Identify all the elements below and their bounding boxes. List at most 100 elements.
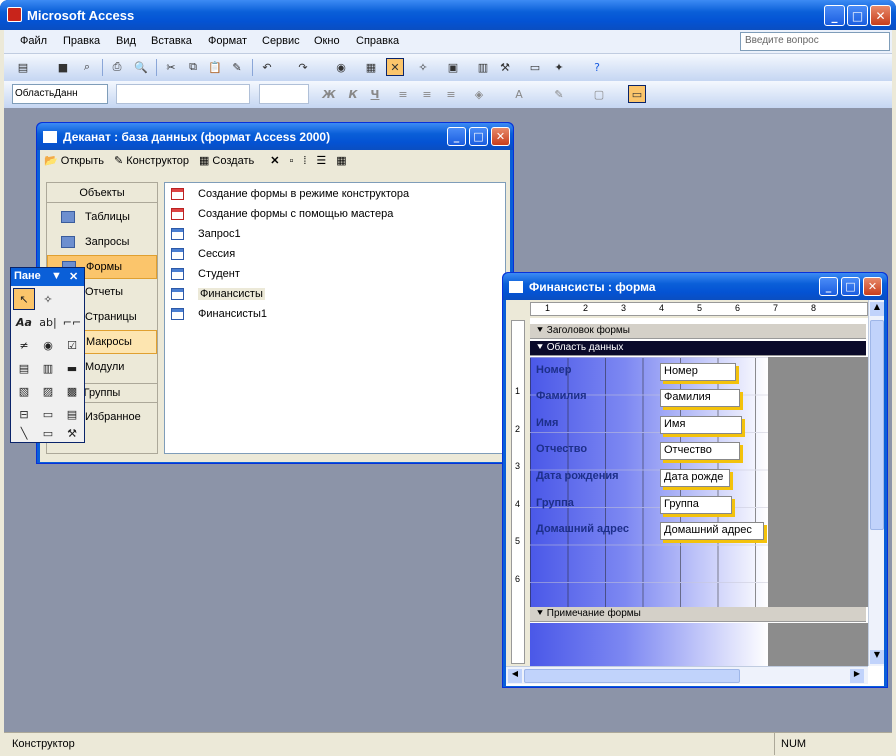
list-item-selected[interactable]: Финансисты [171,285,265,303]
minimize-button[interactable]: _ [824,5,845,26]
redo-icon[interactable]: ↷ [294,58,312,76]
list-item[interactable]: Создание формы в режиме конструктора [171,185,409,203]
italic-button[interactable]: К [344,85,362,103]
list-box-icon[interactable]: ▥ [37,357,59,379]
details-view-icon[interactable]: ▦ [336,154,346,167]
checkbox-tool-icon[interactable]: ☑ [61,334,83,356]
list-item[interactable]: Создание формы с помощью мастера [171,205,393,223]
help-search-input[interactable]: Введите вопрос [740,32,890,51]
preview-icon[interactable]: 🔍 [132,58,150,76]
underline-button[interactable]: Ч [366,85,384,103]
properties-icon[interactable]: ▥ [474,58,492,76]
bold-button[interactable]: Ж [320,85,338,103]
combo-box-icon[interactable]: ▤ [13,357,35,379]
db-close-button[interactable]: ✕ [491,127,510,146]
field-textbox[interactable]: Дата рожде [660,469,730,487]
detail-section-bar[interactable]: ⯆ Область данных [530,341,866,356]
field-textbox[interactable]: Домашний адрес [660,522,764,540]
fill-color-icon[interactable]: ◈ [470,85,488,103]
unbound-frame-icon[interactable]: ▨ [37,380,59,402]
form-footer-bar[interactable]: ⯆ Примечание формы [530,607,866,622]
list-item[interactable]: Финансисты1 [171,305,267,323]
objects-queries[interactable]: Запросы [47,230,157,254]
form-maximize-button[interactable]: □ [841,277,860,296]
align-right-icon[interactable]: ≡ [442,85,460,103]
database-window-icon[interactable]: ▭ [526,58,544,76]
footer-section[interactable] [530,623,768,666]
list-item[interactable]: Студент [171,265,240,283]
option-group-icon[interactable]: ⌐⌐ [61,311,83,333]
form-close-button[interactable]: ✕ [863,277,882,296]
scroll-up-icon[interactable]: ▲ [870,302,884,316]
vertical-scrollbar[interactable]: ▲ ▼ [868,300,884,666]
toolbox-close-icon[interactable]: ✕ [69,270,78,283]
field-textbox[interactable]: Отчество [660,442,740,460]
help-icon[interactable]: ? [588,58,606,76]
menu-window[interactable]: Окно [314,35,340,47]
menu-help[interactable]: Справка [356,35,399,47]
build-icon[interactable]: ⚒ [496,58,514,76]
scroll-left-icon[interactable]: ◀ [508,669,522,683]
autoformat-icon[interactable]: ✧ [414,58,432,76]
menu-file[interactable]: Файл [20,35,47,47]
form-header-bar[interactable]: ⯆ Заголовок формы [530,324,866,339]
control-wizards-icon[interactable]: ✧ [37,288,59,310]
maximize-button[interactable]: □ [847,5,868,26]
objects-tables[interactable]: Таблицы [47,205,157,229]
list-item[interactable]: Сессия [171,245,235,263]
field-textbox[interactable]: Группа [660,496,732,514]
form-minimize-button[interactable]: _ [819,277,838,296]
field-textbox[interactable]: Имя [660,416,742,434]
textbox-tool-icon[interactable]: ab| [37,311,59,333]
db-minimize-button[interactable]: _ [447,127,466,146]
close-button[interactable]: ✕ [870,5,891,26]
horizontal-scroll-thumb[interactable] [524,669,740,683]
line-tool-icon[interactable]: ╲ [13,422,35,444]
globe-icon[interactable]: ◉ [332,58,350,76]
create-button[interactable]: ▦ Создать [199,154,254,167]
toggle-button-icon[interactable]: ≠ [13,334,35,356]
field-label[interactable]: Группа [536,497,574,509]
vertical-scroll-thumb[interactable] [870,320,884,530]
option-button-icon[interactable]: ◉ [37,334,59,356]
align-center-icon[interactable]: ≡ [418,85,436,103]
toolbox-icon[interactable]: ✕ [386,58,404,76]
special-effect-icon[interactable]: ▭ [628,85,646,103]
field-textbox[interactable]: Фамилия [660,389,740,407]
large-icons-icon[interactable]: ▫ [289,155,293,167]
scroll-down-icon[interactable]: ▼ [870,650,884,664]
toolbox-menu-icon[interactable]: ▼ [51,270,62,282]
menu-view[interactable]: Вид [116,35,136,47]
font-size-combo[interactable] [259,84,309,104]
command-button-icon[interactable]: ▬ [61,357,83,379]
border-icon[interactable]: ▢ [590,85,608,103]
view-icon[interactable]: ▤ [14,58,32,76]
field-label[interactable]: Номер [536,364,572,376]
menu-edit[interactable]: Правка [63,35,100,47]
scroll-right-icon[interactable]: ▶ [850,669,864,683]
cut-icon[interactable]: ✂ [162,58,180,76]
font-combo[interactable] [116,84,250,104]
design-button[interactable]: ✎ Конструктор [114,154,189,167]
field-label[interactable]: Имя [536,417,558,429]
align-left-icon[interactable]: ≡ [394,85,412,103]
paste-icon[interactable]: 📋 [206,58,224,76]
field-textbox[interactable]: Номер [660,363,736,381]
code-icon[interactable]: ▣ [444,58,462,76]
delete-icon[interactable]: ✕ [270,154,279,167]
label-tool-icon[interactable]: Aa [13,311,35,333]
db-maximize-button[interactable]: □ [469,127,488,146]
open-button[interactable]: 📂 Открыть [44,154,104,167]
list-view-icon[interactable]: ☰ [316,154,326,167]
more-controls-icon[interactable]: ⚒ [61,422,83,444]
save-icon[interactable]: ■ [54,58,72,76]
field-list-icon[interactable]: ▦ [362,58,380,76]
rectangle-tool-icon[interactable]: ▭ [37,422,59,444]
image-tool-icon[interactable]: ▧ [13,380,35,402]
object-combo[interactable]: ОбластьДанн [12,84,108,104]
list-item[interactable]: Запрос1 [171,225,241,243]
copy-icon[interactable]: ⧉ [184,58,202,76]
line-color-icon[interactable]: ✎ [550,85,568,103]
small-icons-icon[interactable]: ⁞ [303,155,306,167]
format-painter-icon[interactable]: ✎ [228,58,246,76]
